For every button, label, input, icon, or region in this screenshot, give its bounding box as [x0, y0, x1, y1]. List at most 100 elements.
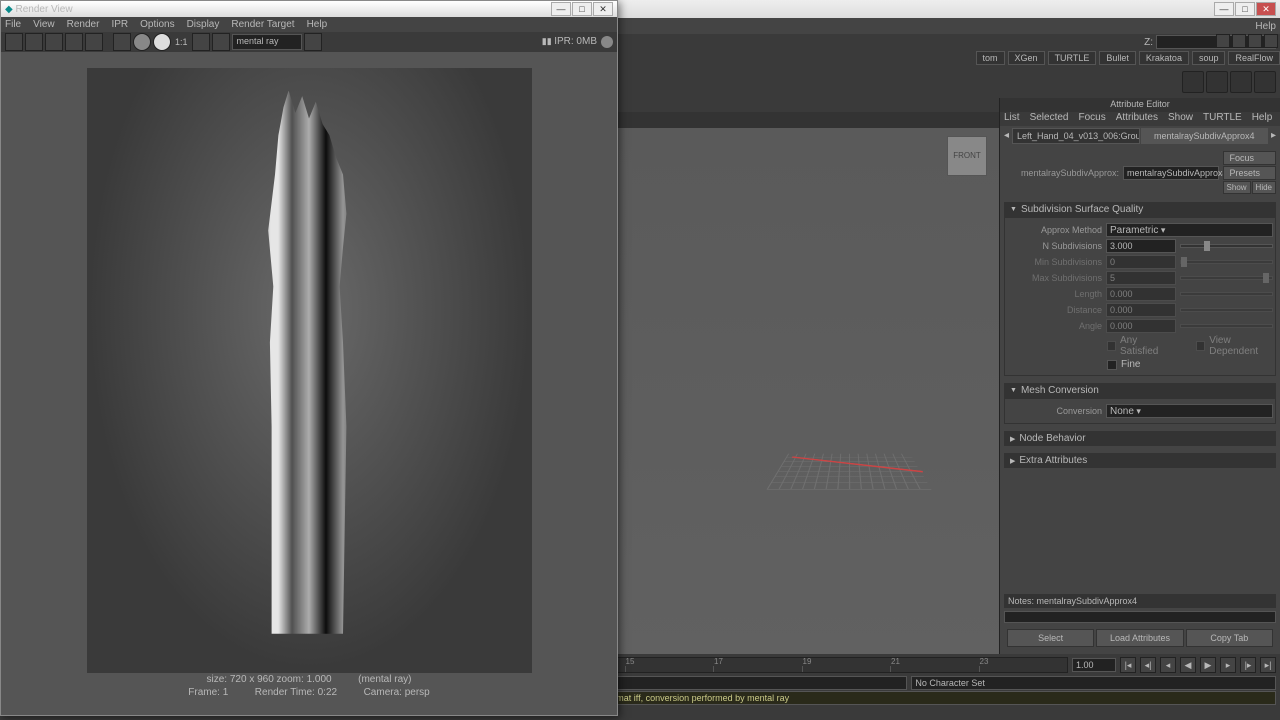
- ae-title: Attribute Editor: [1000, 98, 1280, 112]
- render-view-menubar: File View Render IPR Options Display Ren…: [1, 17, 617, 32]
- approx-method-select[interactable]: Parametric ▾: [1106, 223, 1273, 237]
- ae-tab[interactable]: Left_Hand_04_v013_006:Group1Shape: [1012, 128, 1139, 144]
- ae-menu[interactable]: Attributes: [1116, 112, 1158, 126]
- ipr-icon[interactable]: [65, 33, 83, 51]
- shelf-tab[interactable]: tom: [976, 51, 1005, 65]
- character-set-select[interactable]: No Character Set: [911, 676, 1276, 690]
- shelf-button-icon[interactable]: [1230, 71, 1252, 93]
- angle-label: Angle: [1007, 321, 1102, 331]
- any-satisfied-label: Any Satisfied: [1120, 335, 1171, 357]
- view-cube[interactable]: FRONT: [947, 136, 987, 176]
- hide-button[interactable]: Hide: [1252, 181, 1276, 194]
- view-dependent-label: View Dependent: [1209, 335, 1273, 357]
- renderer-select[interactable]: mental ray: [232, 34, 302, 50]
- conversion-select[interactable]: None ▾: [1106, 404, 1273, 418]
- select-button[interactable]: Select: [1007, 629, 1094, 647]
- go-end-icon[interactable]: ▸|: [1260, 657, 1276, 673]
- ae-menu[interactable]: Focus: [1078, 112, 1105, 126]
- rv-maximize-button[interactable]: □: [572, 2, 592, 16]
- presets-button[interactable]: Presets: [1223, 166, 1276, 180]
- rv-menu[interactable]: View: [33, 19, 55, 30]
- display-alpha-icon[interactable]: [153, 33, 171, 51]
- conversion-label: Conversion: [1007, 406, 1102, 416]
- render-region-icon[interactable]: [25, 33, 43, 51]
- rv-menu[interactable]: Help: [307, 19, 328, 30]
- distance-input: 0.000: [1106, 303, 1176, 317]
- rv-menu[interactable]: IPR: [111, 19, 128, 30]
- notes-field[interactable]: [1004, 611, 1276, 623]
- rv-close-button[interactable]: ✕: [593, 2, 613, 16]
- rv-menu[interactable]: Render Target: [231, 19, 294, 30]
- current-frame-input[interactable]: 1.00: [1072, 658, 1116, 672]
- rendered-image: [87, 68, 532, 673]
- node-name-input[interactable]: mentalraySubdivApprox4: [1123, 166, 1219, 180]
- rv-menu[interactable]: Display: [187, 19, 220, 30]
- n-subdivisions-slider[interactable]: [1180, 244, 1273, 248]
- view-dependent-checkbox: [1196, 341, 1205, 351]
- play-forward-icon[interactable]: ▶: [1200, 657, 1216, 673]
- step-back-icon[interactable]: ◂|: [1140, 657, 1156, 673]
- fine-label: Fine: [1121, 359, 1140, 370]
- shelf-tab[interactable]: RealFlow: [1228, 51, 1280, 65]
- layout-icon[interactable]: [1232, 34, 1246, 48]
- shelf-button-icon[interactable]: [1206, 71, 1228, 93]
- shelf-tab[interactable]: Bullet: [1099, 51, 1136, 65]
- menu-item[interactable]: Help: [1255, 21, 1276, 32]
- show-button[interactable]: Show: [1223, 181, 1251, 194]
- layout-icon[interactable]: [1248, 34, 1262, 48]
- rewind-icon[interactable]: |◂: [1120, 657, 1136, 673]
- minimize-button[interactable]: —: [1214, 2, 1234, 16]
- render-view-window[interactable]: ◆ Render View — □ ✕ File View Render IPR…: [0, 0, 618, 716]
- section-header-subdivision[interactable]: Subdivision Surface Quality: [1004, 202, 1276, 217]
- shelf-button-icon[interactable]: [1182, 71, 1204, 93]
- ae-menu[interactable]: List: [1004, 112, 1020, 126]
- snapshot-icon[interactable]: [45, 33, 63, 51]
- load-attributes-button[interactable]: Load Attributes: [1096, 629, 1183, 647]
- section-header-extra-attributes[interactable]: Extra Attributes: [1004, 453, 1276, 468]
- step-fwd-icon[interactable]: |▸: [1240, 657, 1256, 673]
- layout-icon[interactable]: [1216, 34, 1230, 48]
- prev-tab-icon[interactable]: ◂: [1002, 128, 1011, 144]
- ratio-label[interactable]: 1:1: [173, 37, 190, 47]
- next-tab-icon[interactable]: ▸: [1269, 128, 1278, 144]
- layout-icon[interactable]: [1264, 34, 1278, 48]
- next-key-icon[interactable]: ▸: [1220, 657, 1236, 673]
- n-subdivisions-input[interactable]: 3.000: [1106, 239, 1176, 253]
- section-header-mesh-conversion[interactable]: Mesh Conversion: [1004, 383, 1276, 398]
- section-header-node-behavior[interactable]: Node Behavior: [1004, 431, 1276, 446]
- refresh-icon[interactable]: [85, 33, 103, 51]
- render-view-titlebar[interactable]: ◆ Render View — □ ✕: [1, 1, 617, 17]
- render-globals-icon[interactable]: [113, 33, 131, 51]
- render-button-icon[interactable]: [5, 33, 23, 51]
- rv-menu[interactable]: Render: [67, 19, 100, 30]
- ae-tab[interactable]: mentalraySubdivApprox4: [1141, 128, 1268, 144]
- shelf-tab[interactable]: XGen: [1008, 51, 1045, 65]
- play-back-icon[interactable]: ◀: [1180, 657, 1196, 673]
- rv-menu[interactable]: File: [5, 19, 21, 30]
- render-view-title: Render View: [15, 4, 72, 15]
- display-rgb-icon[interactable]: [133, 33, 151, 51]
- shelf-tab[interactable]: soup: [1192, 51, 1226, 65]
- rv-minimize-button[interactable]: —: [551, 2, 571, 16]
- remove-image-icon[interactable]: [212, 33, 230, 51]
- focus-button[interactable]: Focus: [1223, 151, 1276, 165]
- pause-icon[interactable]: [304, 33, 322, 51]
- fine-checkbox[interactable]: [1107, 360, 1117, 370]
- ae-menu[interactable]: Selected: [1030, 112, 1069, 126]
- keep-image-icon[interactable]: [192, 33, 210, 51]
- shelf-button-icon[interactable]: [1254, 71, 1276, 93]
- ae-menu[interactable]: TURTLE: [1203, 112, 1242, 126]
- render-subject: [224, 91, 394, 651]
- ae-menu[interactable]: Help: [1252, 112, 1273, 126]
- notes-header[interactable]: Notes: mentalraySubdivApprox4: [1004, 594, 1276, 608]
- copy-tab-button[interactable]: Copy Tab: [1186, 629, 1273, 647]
- render-view-canvas[interactable]: size: 720 x 960 zoom: 1.000 (mental ray)…: [1, 52, 617, 715]
- ae-menu[interactable]: Show: [1168, 112, 1193, 126]
- rv-menu[interactable]: Options: [140, 19, 174, 30]
- shelf-tab[interactable]: Krakatoa: [1139, 51, 1189, 65]
- shelf-tab[interactable]: TURTLE: [1048, 51, 1097, 65]
- close-button[interactable]: ✕: [1256, 2, 1276, 16]
- prev-key-icon[interactable]: ◂: [1160, 657, 1176, 673]
- maximize-button[interactable]: □: [1235, 2, 1255, 16]
- max-subdivisions-label: Max Subdivisions: [1007, 273, 1102, 283]
